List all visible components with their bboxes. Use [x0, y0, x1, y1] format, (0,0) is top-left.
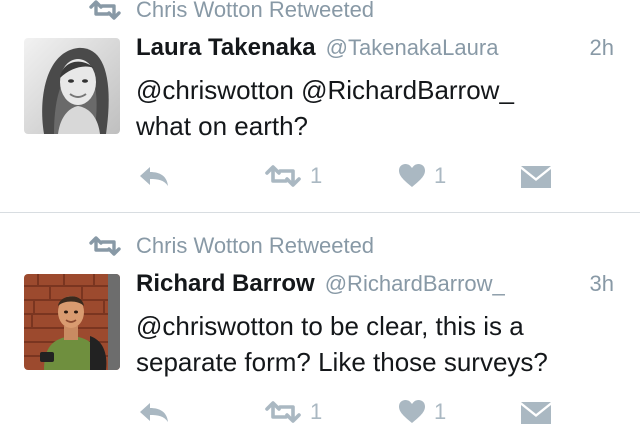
tweet-text-line: what on earth?: [136, 111, 309, 141]
retweet-context: Chris Wotton Retweeted: [88, 0, 374, 26]
like-count: 1: [434, 163, 447, 188]
direct-message-button[interactable]: [520, 394, 552, 430]
reply-button[interactable]: [138, 158, 170, 194]
tweet-text: @chriswotton @RichardBarrow_ what on ear…: [136, 72, 616, 144]
tweet-actions: 1 1: [136, 394, 616, 430]
reply-icon: [138, 400, 170, 424]
retweeted-by-label: Chris Wotton Retweeted: [136, 233, 375, 258]
retweet-button[interactable]: 1: [264, 394, 322, 430]
retweet-icon: [264, 164, 302, 188]
avatar[interactable]: [24, 38, 120, 134]
like-count: 1: [434, 399, 447, 424]
tweet[interactable]: Chris Wotton Retweeted Richard Barrow @R…: [0, 214, 640, 446]
timestamp[interactable]: 3h: [590, 271, 614, 297]
direct-message-button[interactable]: [520, 158, 552, 194]
retweet-button[interactable]: 1: [264, 158, 322, 194]
avatar[interactable]: [24, 274, 120, 370]
tweet-text-line: @chriswotton @RichardBarrow_: [136, 75, 514, 105]
tweet-header: Laura Takenaka @TakenakaLaura 2h: [136, 34, 614, 70]
heart-icon: [398, 163, 426, 189]
tweet-text-line: @chriswotton to be clear, this is a: [136, 311, 524, 341]
envelope-icon: [520, 163, 552, 189]
like-button[interactable]: 1: [398, 394, 446, 430]
retweet-context: Chris Wotton Retweeted: [88, 230, 374, 262]
retweeted-by-label: Chris Wotton Retweeted: [136, 0, 375, 22]
tweet-text: @chriswotton to be clear, this is a sepa…: [136, 308, 616, 380]
author-name[interactable]: Richard Barrow: [136, 270, 315, 298]
tweet-actions: 1 1: [136, 158, 616, 194]
retweet-icon: [264, 400, 302, 424]
retweet-icon: [88, 235, 122, 257]
heart-icon: [398, 399, 426, 425]
author-name[interactable]: Laura Takenaka: [136, 34, 316, 62]
reply-icon: [138, 164, 170, 188]
timestamp[interactable]: 2h: [590, 35, 614, 61]
envelope-icon: [520, 399, 552, 425]
author-handle[interactable]: @TakenakaLaura: [326, 35, 499, 61]
author-handle[interactable]: @RichardBarrow_: [325, 271, 505, 297]
like-button[interactable]: 1: [398, 158, 446, 194]
retweet-count: 1: [310, 399, 323, 424]
retweet-icon: [88, 0, 122, 21]
retweet-count: 1: [310, 163, 323, 188]
tweet-text-line: separate form? Like those surveys?: [136, 347, 548, 377]
reply-button[interactable]: [138, 394, 170, 430]
tweet-header: Richard Barrow @RichardBarrow_ 3h: [136, 270, 614, 306]
tweet-divider: [0, 212, 640, 213]
tweet[interactable]: Chris Wotton Retweeted Laura Takenaka @T…: [0, 0, 640, 212]
